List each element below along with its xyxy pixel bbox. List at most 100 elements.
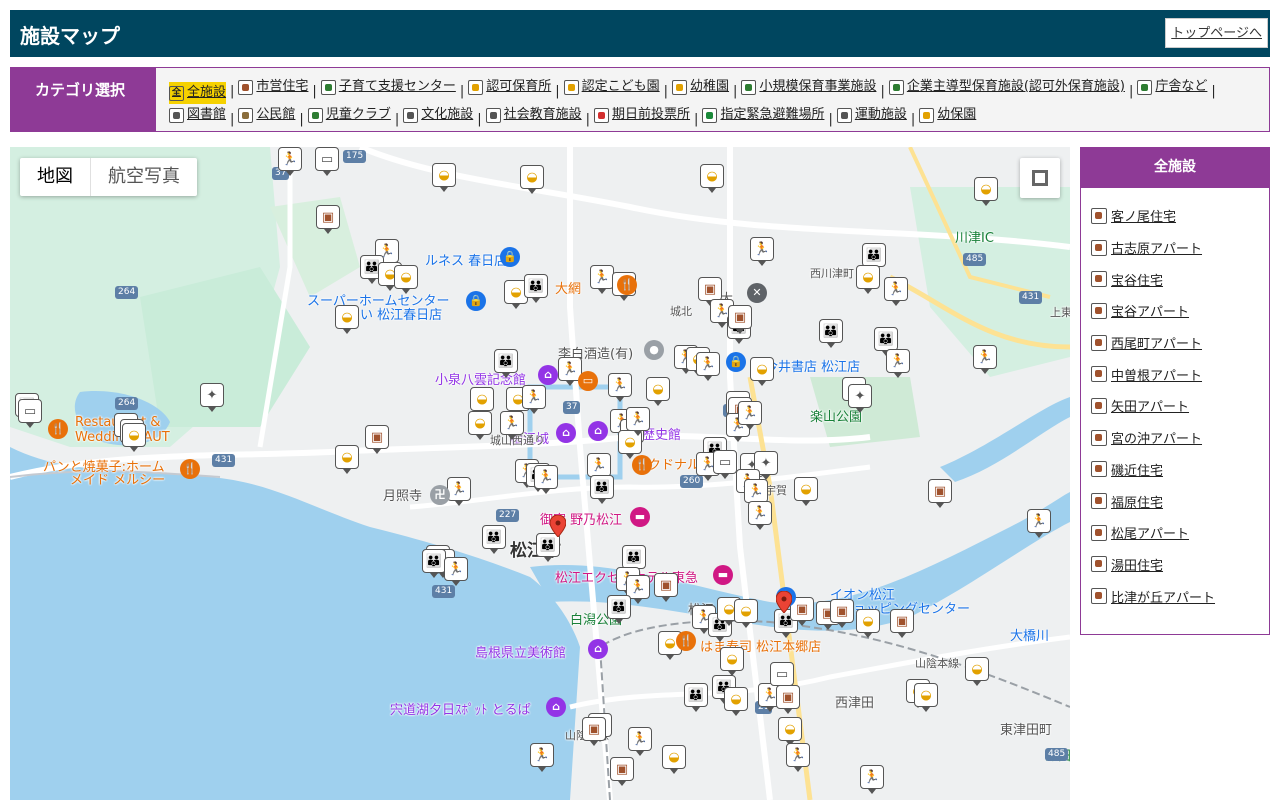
family-icon[interactable]: 👪 (684, 683, 708, 712)
family-icon[interactable]: 👪 (607, 595, 631, 624)
category-item[interactable]: 運動施設 (836, 104, 907, 126)
facility-list-item[interactable]: 客ノ尾住宅 (1091, 200, 1266, 232)
house-icon[interactable]: ▣ (776, 685, 800, 714)
hat-icon[interactable]: ◒ (432, 163, 456, 192)
house-icon[interactable]: ▣ (890, 609, 914, 638)
map-type-aerial[interactable]: 航空写真 (91, 158, 197, 196)
facility-list-item[interactable]: 宝谷アパート (1091, 295, 1266, 327)
museum-icon[interactable]: ⌂ (588, 421, 608, 441)
facility-list-item[interactable]: 宮の沖アパート (1091, 422, 1266, 454)
hat-icon[interactable]: ◒ (470, 387, 494, 416)
family-icon[interactable]: 👪 (590, 475, 614, 504)
map-type-map[interactable]: 地図 (20, 158, 91, 196)
facility-list-item[interactable]: 松尾アパート (1091, 517, 1266, 549)
run-icon[interactable]: 🏃 (500, 411, 524, 440)
restaurant-icon[interactable]: 🍴 (676, 631, 696, 651)
category-item[interactable]: 児童クラブ (307, 104, 391, 126)
hat-icon[interactable]: ◒ (974, 177, 998, 206)
house-icon[interactable]: ▣ (610, 757, 634, 786)
category-item[interactable]: 幼保園 (919, 104, 976, 126)
category-item[interactable]: 幼稚園 (672, 76, 729, 98)
book-icon[interactable]: ▭ (18, 399, 42, 428)
category-item[interactable]: 文化施設 (403, 104, 473, 126)
category-item[interactable]: 小規模保育事業施設 (741, 76, 876, 98)
restaurant-icon[interactable]: 🍴 (48, 419, 68, 439)
hat-icon[interactable]: ◒ (646, 377, 670, 406)
run-icon[interactable]: 🏃 (447, 477, 471, 506)
house-icon[interactable]: ▣ (316, 205, 340, 234)
hat-icon[interactable]: ◒ (122, 423, 146, 452)
house-icon[interactable]: ▣ (928, 479, 952, 508)
hat-icon[interactable]: ◒ (856, 609, 880, 638)
person-icon[interactable]: ✦ (848, 384, 872, 413)
run-icon[interactable]: 🏃 (1027, 509, 1051, 538)
run-icon[interactable]: 🏃 (530, 743, 554, 772)
book-icon[interactable]: ▭ (315, 147, 339, 176)
run-icon[interactable]: 🏃 (444, 557, 468, 586)
beach-icon[interactable]: ⌂ (546, 697, 566, 717)
hat-icon[interactable]: ◒ (335, 305, 359, 334)
run-icon[interactable]: 🏃 (884, 277, 908, 306)
run-icon[interactable]: 🏃 (748, 501, 772, 530)
run-icon[interactable]: 🏃 (522, 385, 546, 414)
run-icon[interactable]: 🏃 (744, 479, 768, 508)
category-item[interactable]: 市営住宅 (238, 76, 308, 98)
facility-map[interactable]: 地図 航空写真 ルネス 春日店スーパーホームセンターない 松江春日店大網根大城北… (10, 147, 1070, 800)
family-icon[interactable]: 👪 (524, 274, 548, 303)
facility-list-item[interactable]: 矢田アパート (1091, 390, 1266, 422)
facility-list-item[interactable]: 中曽根アパート (1091, 358, 1266, 390)
restaurant-icon[interactable]: 🍴 (632, 455, 652, 475)
family-icon[interactable]: 👪 (862, 243, 886, 272)
run-icon[interactable]: 🏃 (738, 401, 762, 430)
hat-icon[interactable]: ◒ (468, 411, 492, 440)
restaurant-icon[interactable]: 🍴 (617, 275, 637, 295)
category-item[interactable]: 公民館 (238, 104, 295, 126)
category-item[interactable]: 指定緊急避難場所 (702, 104, 824, 126)
category-item[interactable]: 図書館 (169, 104, 226, 126)
run-icon[interactable]: 🏃 (590, 265, 614, 294)
shopping-icon[interactable]: 🔒 (726, 352, 746, 372)
run-icon[interactable]: 🏃 (628, 727, 652, 756)
facility-list[interactable]: 客ノ尾住宅 古志原アパート 宝谷住宅 宝谷アパート 西尾町アパート 中曽根アパート 矢田アパ… (1091, 200, 1266, 630)
facility-list-item[interactable]: 西尾町アパート (1091, 327, 1266, 359)
hat-icon[interactable]: ◒ (662, 745, 686, 774)
run-icon[interactable]: 🏃 (886, 349, 910, 378)
house-icon[interactable]: ▣ (830, 599, 854, 628)
run-icon[interactable]: 🏃 (278, 147, 302, 176)
run-icon[interactable]: 🏃 (973, 345, 997, 374)
facility-list-item[interactable]: 福原住宅 (1091, 485, 1266, 517)
category-item[interactable]: 子育て支援センター (320, 76, 456, 98)
place-icon[interactable]: ● (644, 340, 664, 360)
facility-list-item[interactable]: 比津が丘アパート (1091, 580, 1266, 612)
category-item[interactable]: 社会教育施設 (485, 104, 582, 126)
hat-icon[interactable]: ◒ (794, 477, 818, 506)
category-item[interactable]: 企業主導型保育施設(認可外保育施設) (888, 76, 1125, 98)
category-item[interactable]: 認可保育所 (468, 76, 551, 98)
person-icon[interactable]: ✦ (200, 383, 224, 412)
facility-list-item[interactable]: 磯近住宅 (1091, 454, 1266, 486)
fullscreen-button[interactable] (1020, 158, 1060, 198)
voting-pin-icon[interactable] (776, 591, 792, 613)
run-icon[interactable]: 🏃 (696, 352, 720, 381)
house-icon[interactable]: ▣ (582, 717, 606, 746)
hat-icon[interactable]: ◒ (914, 683, 938, 712)
museum-icon[interactable]: ⌂ (538, 365, 558, 385)
run-icon[interactable]: 🏃 (786, 743, 810, 772)
hat-icon[interactable]: ◒ (335, 445, 359, 474)
cafe-icon[interactable]: ▭ (578, 371, 598, 391)
shopping-icon[interactable]: 🔒 (500, 247, 520, 267)
facility-list-item[interactable]: 古志原アパート (1091, 232, 1266, 264)
book-icon[interactable]: ▭ (770, 662, 794, 691)
house-icon[interactable]: ▣ (654, 573, 678, 602)
family-icon[interactable]: 👪 (494, 349, 518, 378)
temple-icon[interactable]: 卍 (430, 485, 450, 505)
hat-icon[interactable]: ◒ (734, 599, 758, 628)
hat-icon[interactable]: ◒ (520, 165, 544, 194)
family-icon[interactable]: 👪 (482, 525, 506, 554)
top-page-link[interactable]: トップページへ (1165, 18, 1268, 48)
hat-icon[interactable]: ◒ (724, 687, 748, 716)
run-icon[interactable]: 🏃 (750, 237, 774, 266)
category-item[interactable]: 全全施設 (169, 82, 227, 104)
school-icon[interactable]: ✕ (747, 283, 767, 303)
hat-icon[interactable]: ◒ (778, 717, 802, 746)
